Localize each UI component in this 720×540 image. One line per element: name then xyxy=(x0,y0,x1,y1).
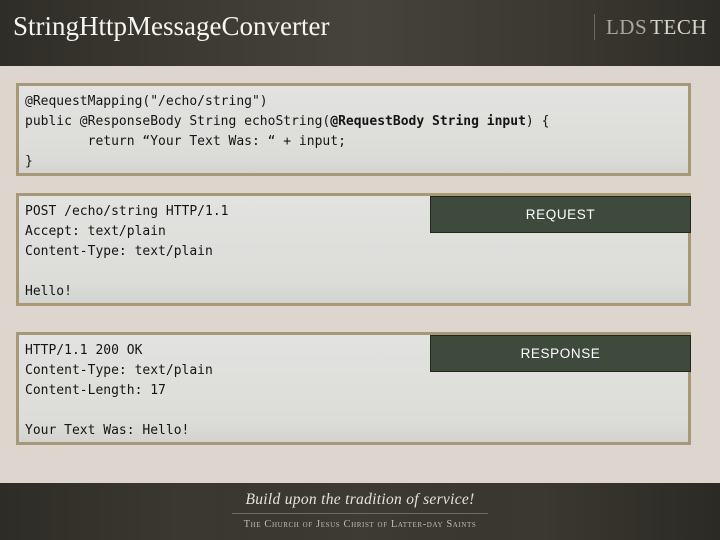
footer-content: Build upon the tradition of service! The… xyxy=(0,483,720,530)
code-line-4: } xyxy=(25,154,33,169)
code-line-2-bold: @RequestBody String input xyxy=(330,114,526,129)
code-line-1: @RequestMapping("/echo/string") xyxy=(25,94,268,109)
logo-text-tech: TECH xyxy=(650,14,707,39)
page-title: StringHttpMessageConverter xyxy=(13,11,330,41)
code-line-2-prefix: public @ResponseBody String echoString( xyxy=(25,114,331,129)
code-sample-panel: @RequestMapping("/echo/string") public @… xyxy=(16,83,691,176)
request-badge-wrap: REQUEST xyxy=(415,196,691,233)
footer-church-name: The Church of Jesus Christ of Latter-day… xyxy=(243,519,477,530)
code-sample-text: @RequestMapping("/echo/string") public @… xyxy=(19,86,688,176)
logo-text-lds: LDS xyxy=(605,14,648,39)
slide-footer: Build upon the tradition of service! The… xyxy=(0,483,720,540)
ldstech-logo: LDS TECH xyxy=(593,12,707,42)
logo-divider-icon xyxy=(593,14,595,40)
slide-header: StringHttpMessageConverter LDS TECH xyxy=(0,0,720,66)
code-line-2-suffix: ) { xyxy=(525,114,550,129)
response-badge: RESPONSE xyxy=(430,335,691,372)
footer-tagline: Build upon the tradition of service! xyxy=(245,491,475,508)
request-badge: REQUEST xyxy=(430,196,691,233)
code-line-3: return “Your Text Was: “ + input; xyxy=(25,134,346,149)
response-badge-wrap: RESPONSE xyxy=(415,335,691,372)
slide: StringHttpMessageConverter LDS TECH @Req… xyxy=(0,0,720,540)
footer-divider xyxy=(232,513,488,514)
